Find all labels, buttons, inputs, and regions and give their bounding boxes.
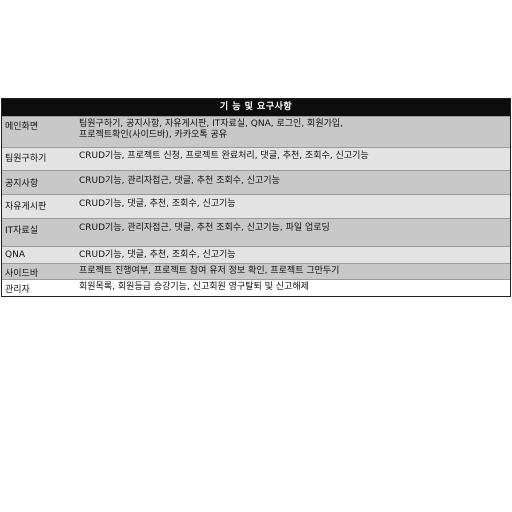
row-label: 공지사항	[5, 179, 39, 189]
row-label: QNA	[5, 250, 25, 260]
table-row: 메인화면 팀원구하기, 공지사항, 자유게시판, IT자료실, QNA, 로그인…	[2, 116, 510, 147]
row-label: 관리자	[5, 285, 30, 295]
table-row: 사이드바 프로젝트 진행여부, 프로젝트 참여 유저 정보 확인, 프로젝트 그…	[2, 263, 510, 279]
table-row: 팀원구하기 CRUD기능, 프로젝트 신청, 프로젝트 완료처리, 댓글, 추천…	[2, 147, 510, 170]
row-desc: 프로젝트 진행여부, 프로젝트 참여 유저 정보 확인, 프로젝트 그만두기	[79, 266, 340, 276]
row-desc: 회원목록, 회원등급 승강기능, 신고회원 영구탈퇴 및 신고해제	[79, 282, 309, 292]
requirements-table: 기 능 및 요구사항 메인화면 팀원구하기, 공지사항, 자유게시판, IT자료…	[1, 98, 511, 297]
table-row: 공지사항 CRUD기능, 관리자접근, 댓글, 추천 조회수, 신고기능	[2, 170, 510, 194]
row-label: 팀원구하기	[5, 154, 47, 164]
table-row: 관리자 회원목록, 회원등급 승강기능, 신고회원 영구탈퇴 및 신고해제	[2, 279, 510, 296]
row-label: IT자료실	[5, 226, 38, 236]
table-row: IT자료실 CRUD기능, 관리자접근, 댓글, 추천 조회수, 신고기능, 파…	[2, 218, 510, 246]
row-label: 메인화면	[5, 122, 39, 132]
table-row: QNA CRUD기능, 댓글, 추천, 조회수, 신고기능	[2, 246, 510, 263]
row-label: 자유게시판	[5, 202, 47, 212]
table-title: 기 능 및 요구사항	[2, 99, 510, 116]
row-desc: CRUD기능, 댓글, 추천, 조회수, 신고기능	[79, 250, 236, 260]
row-desc: CRUD기능, 댓글, 추천, 조회수, 신고기능	[79, 199, 236, 209]
row-desc: CRUD기능, 프로젝트 신청, 프로젝트 완료처리, 댓글, 추천, 조회수,…	[79, 151, 369, 161]
row-desc: CRUD기능, 관리자접근, 댓글, 추천 조회수, 신고기능, 파일 업로딩	[79, 223, 330, 233]
row-desc: 팀원구하기, 공지사항, 자유게시판, IT자료실, QNA, 로그인, 회원가…	[79, 119, 344, 140]
row-desc: CRUD기능, 관리자접근, 댓글, 추천 조회수, 신고기능	[79, 176, 280, 186]
row-label: 사이드바	[5, 269, 39, 279]
table-row: 자유게시판 CRUD기능, 댓글, 추천, 조회수, 신고기능	[2, 194, 510, 218]
